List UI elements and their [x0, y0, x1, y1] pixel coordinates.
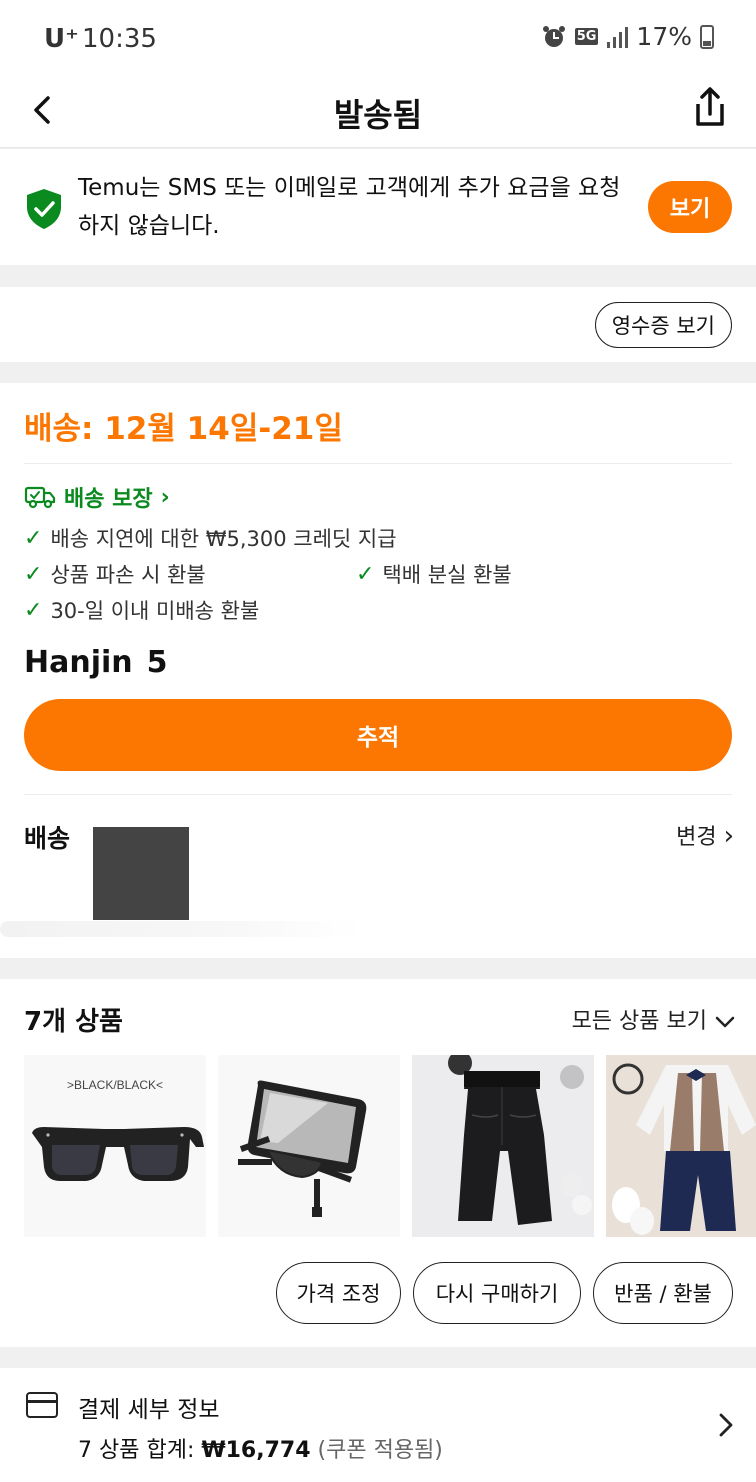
payment-summary: 7 상품 합계: ₩16,774 (쿠폰 적용됨): [78, 1432, 443, 1464]
track-button[interactable]: 추적: [24, 699, 732, 771]
share-icon: [696, 87, 724, 126]
chevron-right-icon: ›: [160, 484, 170, 510]
top-app-bar: 발송됨: [0, 76, 756, 148]
sunglasses-image: >BLACK/BLACK<: [32, 1078, 204, 1181]
divider: [24, 463, 732, 464]
carrier-name: Hanjin 5: [24, 645, 168, 680]
perk-item: ✓ 배송 지연에 대한 ₩5,300 크레딧 지급: [24, 523, 397, 553]
perk-label: 택배 분실 환불: [382, 563, 512, 587]
product-thumbnails: >BLACK/BLACK<: [24, 1055, 756, 1237]
status-time: 10:35: [82, 24, 157, 54]
status-icons: 5G 17%: [541, 22, 714, 51]
shield-check-icon: [27, 189, 61, 229]
shipping-address-label: 배송: [24, 824, 71, 853]
product-thumbnail-mirror[interactable]: [218, 1055, 400, 1237]
product-thumbnail-jeans[interactable]: [412, 1055, 594, 1237]
divider: [24, 794, 732, 795]
products-count: 7개 상품: [24, 1007, 123, 1037]
product-thumbnail-suit[interactable]: [606, 1055, 756, 1237]
delivery-truck-icon: [24, 486, 56, 509]
payment-total: ₩16,774: [201, 1438, 311, 1463]
chevron-right-icon: ›: [723, 821, 734, 851]
notice-text: Temu는 SMS 또는 이메일로 고객에게 추가 요금을 요청하지 않습니다.: [78, 175, 621, 239]
thumb-text: >BLACK/BLACK<: [67, 1078, 163, 1092]
guarantee-title: 배송 보장: [64, 487, 153, 512]
delivery-guarantee-link[interactable]: 배송 보장 ›: [24, 481, 170, 513]
delivery-section: 배송: 12월 14일-21일 배송 보장 › ✓ 배송 지연에 대한 ₩5,3…: [0, 383, 756, 958]
view-all-label: 모든 상품 보기: [571, 1009, 707, 1034]
mirror-image: [238, 1080, 367, 1217]
check-icon: ✓: [356, 561, 375, 587]
buy-again-button[interactable]: 다시 구매하기: [413, 1262, 581, 1324]
suit-image: [612, 1063, 756, 1235]
price-adjust-button[interactable]: 가격 조정: [276, 1262, 401, 1324]
carrier-logo: U⁺: [44, 24, 79, 54]
check-icon: ✓: [24, 597, 43, 623]
check-icon: ✓: [24, 525, 43, 551]
page-title: 발송됨: [333, 96, 423, 134]
status-bar: U⁺ 10:35 5G 17%: [0, 0, 756, 76]
summary-prefix: 7 상품 합계:: [78, 1438, 195, 1463]
check-icon: ✓: [24, 561, 43, 587]
change-address-link[interactable]: 변경 ›: [676, 819, 734, 851]
perk-item: ✓ 상품 파손 시 환불: [24, 559, 206, 589]
jeans-image: [448, 1055, 592, 1225]
perk-label: 배송 지연에 대한 ₩5,300 크레딧 지급: [50, 527, 397, 551]
notice-view-button[interactable]: 보기: [648, 181, 732, 233]
redacted-line: [0, 921, 362, 937]
product-thumbnail-sunglasses[interactable]: >BLACK/BLACK<: [24, 1055, 206, 1237]
alarm-icon: [542, 25, 565, 47]
change-label: 변경: [676, 825, 717, 850]
security-notice: Temu는 SMS 또는 이메일로 고객에게 추가 요금을 요청하지 않습니다.…: [0, 149, 756, 265]
tracking-number: 5: [146, 645, 168, 680]
credit-card-icon: [26, 1392, 58, 1418]
chevron-down-icon: [715, 1016, 735, 1028]
perk-item: ✓ 택배 분실 환불: [356, 559, 512, 589]
perk-item: ✓ 30-일 이내 미배송 환불: [24, 595, 259, 625]
signal-icon: [607, 26, 629, 48]
payment-title: 결제 세부 정보: [78, 1397, 220, 1423]
battery-icon: [700, 24, 714, 49]
view-all-products-button[interactable]: 모든 상품 보기: [572, 1003, 736, 1035]
redacted-address: [93, 827, 189, 920]
network-5g-icon: 5G: [574, 28, 599, 45]
payment-details-section[interactable]: 결제 세부 정보 7 상품 합계: ₩16,774 (쿠폰 적용됨): [0, 1368, 756, 1482]
coupon-note: (쿠폰 적용됨): [317, 1438, 443, 1463]
battery-percent: 17%: [636, 22, 692, 51]
perk-label: 상품 파손 시 환불: [50, 563, 206, 587]
delivery-eta: 배송: 12월 14일-21일: [24, 411, 343, 447]
products-section: 7개 상품 모든 상품 보기 >BLACK/BLACK< 가격 조정 다시 구매…: [0, 979, 756, 1347]
chevron-right-icon: [719, 1413, 733, 1437]
perk-label: 30-일 이내 미배송 환불: [50, 599, 260, 623]
share-button[interactable]: [690, 84, 730, 132]
return-refund-button[interactable]: 반품 / 환불: [593, 1262, 733, 1324]
receipt-section: 영수증 보기: [0, 287, 756, 362]
carrier-label: Hanjin: [24, 645, 133, 680]
view-receipt-button[interactable]: 영수증 보기: [594, 302, 732, 348]
